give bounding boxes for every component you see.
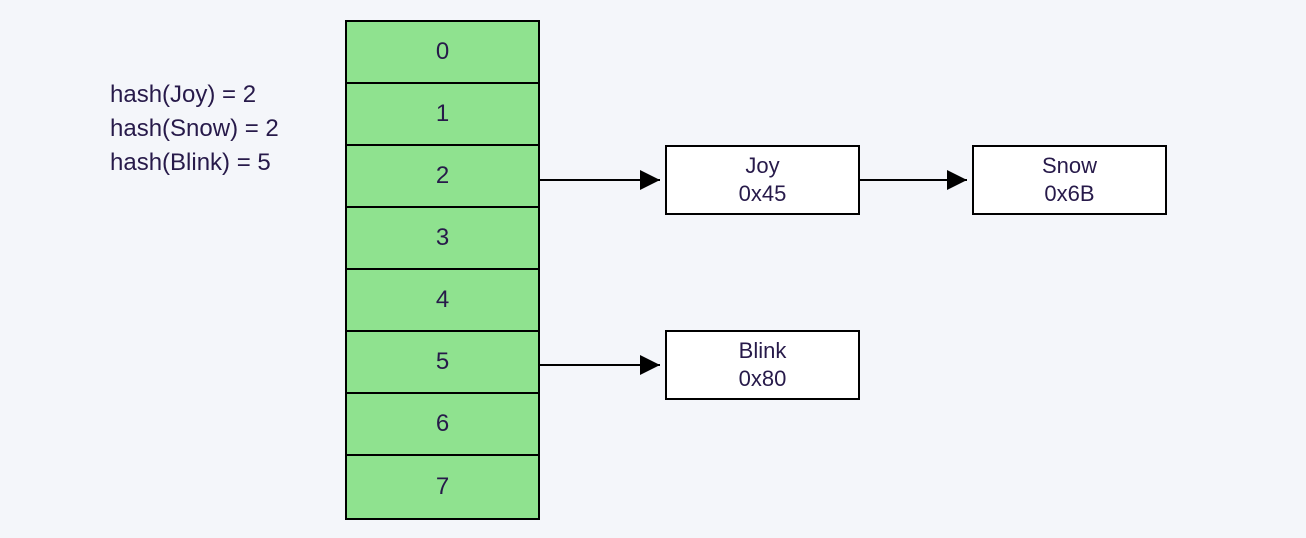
node-snow: Snow 0x6B: [972, 145, 1167, 215]
node-snow-name: Snow: [1042, 152, 1097, 180]
hash-eq-0: hash(Joy) = 2: [110, 78, 279, 112]
bucket-3: 3: [347, 208, 538, 270]
hash-equations: hash(Joy) = 2 hash(Snow) = 2 hash(Blink)…: [110, 78, 279, 180]
hash-bucket-table: 0 1 2 3 4 5 6 7: [345, 20, 540, 520]
bucket-2: 2: [347, 146, 538, 208]
bucket-6: 6: [347, 394, 538, 456]
bucket-0: 0: [347, 22, 538, 84]
node-joy-name: Joy: [745, 152, 779, 180]
bucket-4: 4: [347, 270, 538, 332]
bucket-1: 1: [347, 84, 538, 146]
node-blink-addr: 0x80: [739, 365, 787, 393]
bucket-7: 7: [347, 456, 538, 518]
node-joy-addr: 0x45: [739, 180, 787, 208]
node-blink-name: Blink: [739, 337, 787, 365]
hash-eq-1: hash(Snow) = 2: [110, 112, 279, 146]
node-snow-addr: 0x6B: [1044, 180, 1094, 208]
bucket-5: 5: [347, 332, 538, 394]
node-blink: Blink 0x80: [665, 330, 860, 400]
node-joy: Joy 0x45: [665, 145, 860, 215]
hash-eq-2: hash(Blink) = 5: [110, 146, 279, 180]
